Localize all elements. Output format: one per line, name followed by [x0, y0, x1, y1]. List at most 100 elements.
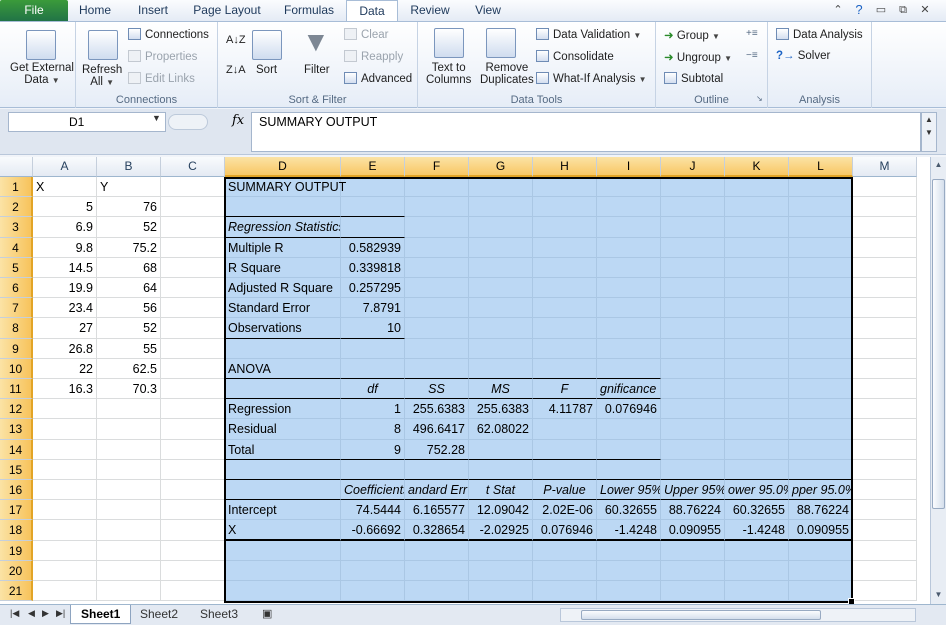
cell-i3[interactable] [597, 217, 661, 238]
column-header-e[interactable]: E [341, 157, 405, 177]
cell-c14[interactable] [161, 439, 225, 460]
cell-g20[interactable] [469, 560, 533, 581]
cell-d20[interactable] [225, 560, 341, 581]
cell-i20[interactable] [597, 560, 661, 581]
scroll-up-icon[interactable]: ▲ [932, 159, 945, 171]
next-sheet-icon[interactable]: ▶ [42, 608, 49, 619]
cell-g11[interactable]: MS [469, 379, 533, 400]
row-header-5[interactable]: 5 [0, 257, 33, 278]
cell-j8[interactable] [661, 318, 725, 339]
row-header-20[interactable]: 20 [0, 560, 33, 581]
cell-a4[interactable]: 9.8 [33, 237, 97, 258]
vertical-scroll-thumb[interactable] [932, 179, 945, 509]
cell-d2[interactable] [225, 197, 341, 218]
row-header-7[interactable]: 7 [0, 298, 33, 319]
cell-d6[interactable]: Adjusted R Square [225, 278, 341, 299]
cell-h18[interactable]: 0.076946 [533, 520, 597, 541]
cell-l3[interactable] [789, 217, 853, 238]
sheet-tab-sheet1[interactable]: Sheet1 [70, 605, 132, 624]
row-header-17[interactable]: 17 [0, 500, 33, 521]
cell-m11[interactable] [853, 379, 917, 400]
cell-l17[interactable]: 88.76224 [789, 500, 853, 521]
cell-i2[interactable] [597, 197, 661, 218]
column-header-i[interactable]: I [597, 157, 661, 177]
cell-h2[interactable] [533, 197, 597, 218]
cell-j3[interactable] [661, 217, 725, 238]
cell-c17[interactable] [161, 500, 225, 521]
cell-c8[interactable] [161, 318, 225, 339]
column-header-m[interactable]: M [853, 157, 917, 177]
cell-i13[interactable] [597, 419, 661, 440]
cell-c4[interactable] [161, 237, 225, 258]
cell-a17[interactable] [33, 500, 97, 521]
cell-f21[interactable] [405, 581, 469, 602]
group-button[interactable]: ➜ Group ▼ [664, 28, 720, 42]
cell-c1[interactable] [161, 177, 225, 198]
cell-b16[interactable] [97, 480, 161, 501]
cell-k20[interactable] [725, 560, 789, 581]
cell-e4[interactable]: 0.582939 [341, 237, 405, 258]
cell-j6[interactable] [661, 278, 725, 299]
cell-j10[interactable] [661, 358, 725, 379]
column-header-g[interactable]: G [469, 157, 533, 177]
cell-m1[interactable] [853, 177, 917, 198]
fill-handle[interactable] [848, 598, 855, 604]
cell-j11[interactable] [661, 379, 725, 400]
cell-e8[interactable]: 10 [341, 318, 405, 339]
cell-f16[interactable]: andard Err [405, 480, 469, 501]
text-to-columns-button[interactable]: Text to Columns [426, 62, 471, 86]
cell-d5[interactable]: R Square [225, 257, 341, 278]
cell-d8[interactable]: Observations [225, 318, 341, 339]
cell-e17[interactable]: 74.5444 [341, 500, 405, 521]
column-header-l[interactable]: L [789, 157, 853, 177]
refresh-all-button[interactable]: Refresh All ▼ [82, 64, 122, 88]
subtotal-button[interactable]: Subtotal [664, 72, 723, 85]
cell-a9[interactable]: 26.8 [33, 338, 97, 359]
cell-b8[interactable]: 52 [97, 318, 161, 339]
cell-m15[interactable] [853, 459, 917, 480]
cell-k5[interactable] [725, 257, 789, 278]
cell-a12[interactable] [33, 399, 97, 420]
cell-e18[interactable]: -0.66692 [341, 520, 405, 541]
cell-d4[interactable]: Multiple R [225, 237, 341, 258]
cell-d18[interactable]: X [225, 520, 341, 541]
cell-a18[interactable] [33, 520, 97, 541]
cell-l7[interactable] [789, 298, 853, 319]
cell-a1[interactable]: X [33, 177, 97, 198]
cell-f18[interactable]: 0.328654 [405, 520, 469, 541]
name-box-dropdown-icon[interactable]: ▼ [152, 113, 161, 123]
cell-l9[interactable] [789, 338, 853, 359]
properties-button[interactable]: Properties [128, 50, 197, 63]
cell-f4[interactable] [405, 237, 469, 258]
cell-c11[interactable] [161, 379, 225, 400]
sort-az-icon[interactable]: A↓Z [226, 34, 246, 46]
cell-j4[interactable] [661, 237, 725, 258]
remove-duplicates-button[interactable]: Remove Duplicates [480, 62, 534, 86]
tab-home[interactable]: Home [70, 0, 120, 21]
cell-j14[interactable] [661, 439, 725, 460]
prev-sheet-icon[interactable]: ◀ [28, 608, 35, 619]
cell-l13[interactable] [789, 419, 853, 440]
cell-k13[interactable] [725, 419, 789, 440]
cell-m17[interactable] [853, 500, 917, 521]
cell-g9[interactable] [469, 338, 533, 359]
column-header-f[interactable]: F [405, 157, 469, 177]
cell-d14[interactable]: Total [225, 439, 341, 460]
cell-i10[interactable] [597, 358, 661, 379]
cell-b20[interactable] [97, 560, 161, 581]
tab-data[interactable]: Data [346, 0, 398, 22]
cell-j1[interactable] [661, 177, 725, 198]
cell-h11[interactable]: F [533, 379, 597, 400]
name-box[interactable]: D1 [8, 112, 166, 132]
column-header-d[interactable]: D [225, 157, 341, 177]
cell-g7[interactable] [469, 298, 533, 319]
cell-b3[interactable]: 52 [97, 217, 161, 238]
tab-file[interactable]: File [0, 0, 68, 21]
cell-b10[interactable]: 62.5 [97, 358, 161, 379]
formula-input[interactable]: SUMMARY OUTPUT [251, 112, 921, 152]
worksheet-grid[interactable]: ABCDEFGHIJKLM 1 2 3 4 5 6 7 8 9 10 11 12 13 14 15 16 17 1… [0, 157, 930, 604]
cell-b7[interactable]: 56 [97, 298, 161, 319]
solver-button[interactable]: ?→ Solver [776, 50, 830, 62]
cell-l12[interactable] [789, 399, 853, 420]
cell-a6[interactable]: 19.9 [33, 278, 97, 299]
